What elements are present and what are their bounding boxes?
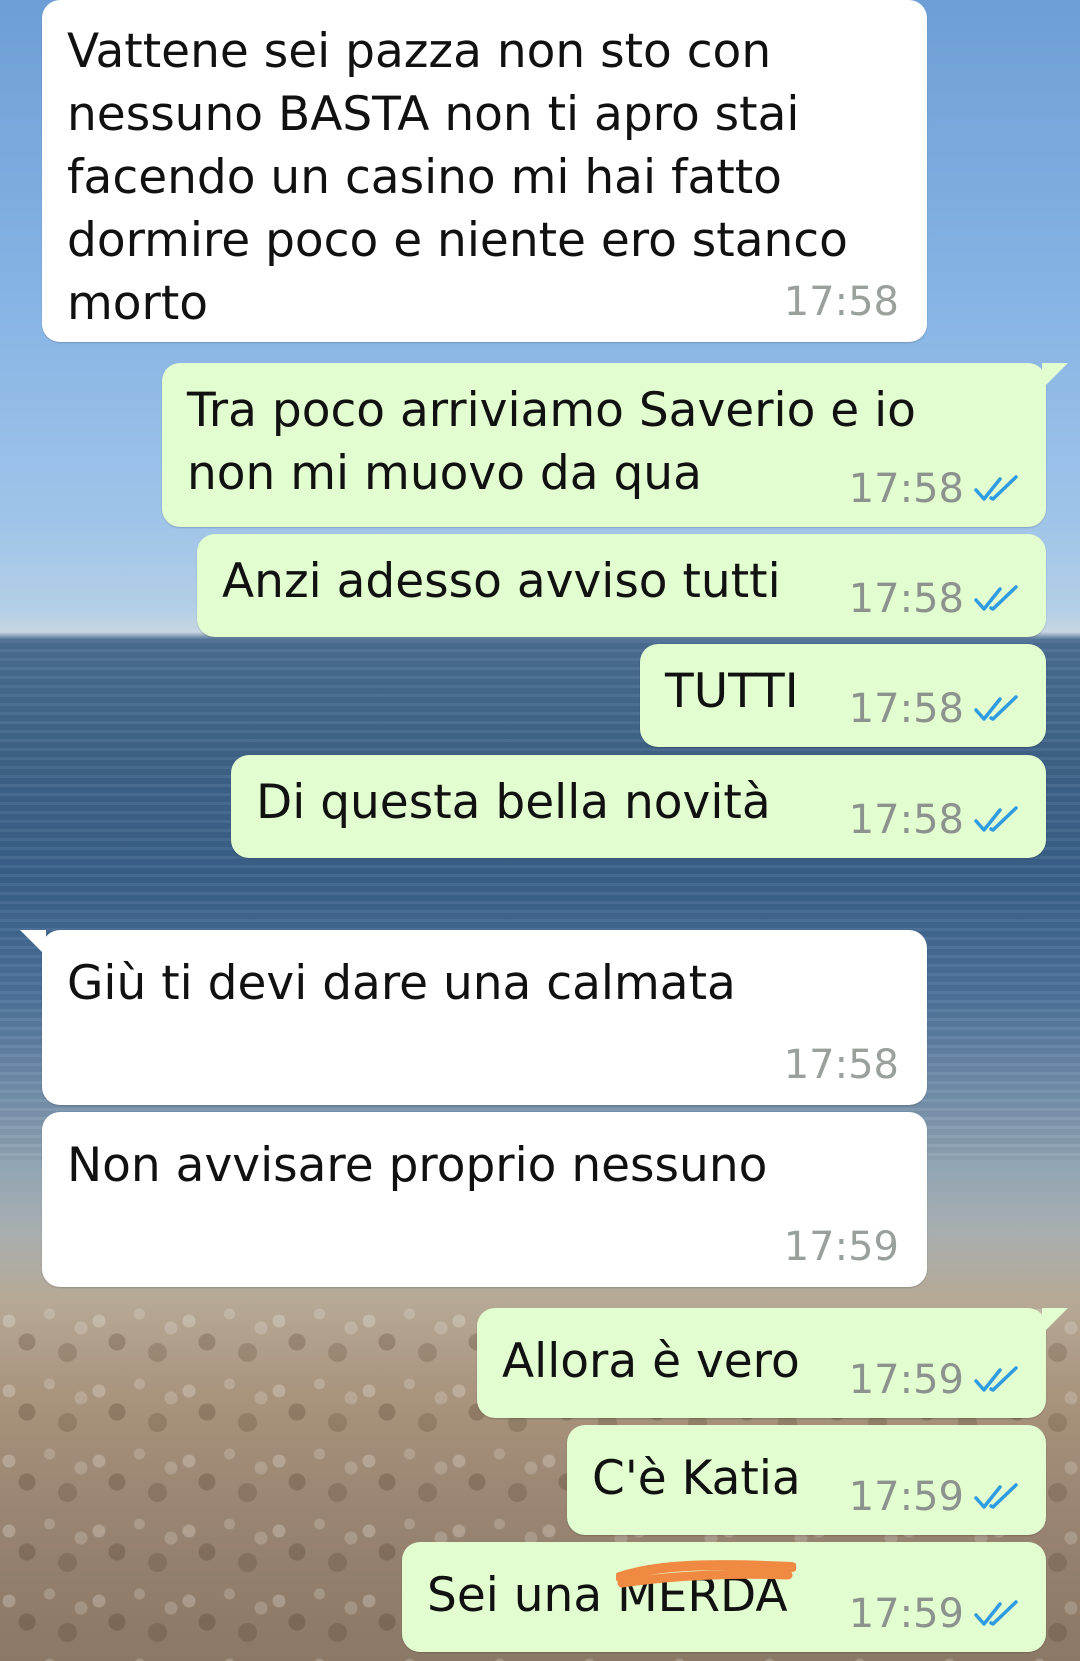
message-text: Di questa bella novità [256, 775, 771, 830]
double-check-icon [974, 1482, 1020, 1512]
message-time: 17:59 [783, 1224, 899, 1270]
message-time: 17:59 [848, 1357, 964, 1403]
message-time: 17:59 [848, 1591, 964, 1637]
message-text: Allora è vero [502, 1334, 800, 1389]
message-list[interactable]: Vattene sei pazza non sto con nessuno BA… [0, 0, 1080, 1661]
bubble-tail [20, 930, 46, 956]
redaction-scribble [616, 1560, 796, 1588]
double-check-icon [974, 805, 1020, 835]
message-text: Vattene sei pazza non sto con nessuno BA… [67, 24, 848, 331]
double-check-icon [974, 474, 1020, 504]
message-text: Tra poco arriviamo Saverio e io non mi m… [187, 383, 916, 501]
outgoing-message[interactable]: TUTTI 17:58 [640, 644, 1046, 747]
bubble-tail [1042, 363, 1068, 389]
message-text: C'è Katia [592, 1451, 801, 1506]
message-text: Anzi adesso avviso tutti [222, 554, 781, 609]
message-time: 17:58 [783, 1042, 899, 1088]
message-time: 17:58 [848, 686, 964, 732]
double-check-icon [974, 1365, 1020, 1395]
incoming-message[interactable]: Non avvisare proprio nessuno 17:59 [42, 1112, 927, 1287]
double-check-icon [974, 694, 1020, 724]
outgoing-message[interactable]: Di questa bella novità 17:58 [231, 755, 1046, 858]
double-check-icon [974, 1599, 1020, 1629]
outgoing-message[interactable]: Allora è vero 17:59 [477, 1308, 1068, 1418]
message-time: 17:58 [848, 797, 964, 843]
message-time: 17:58 [783, 279, 899, 325]
message-time: 17:58 [848, 576, 964, 622]
outgoing-message[interactable]: C'è Katia 17:59 [567, 1425, 1046, 1535]
bubble-tail [1042, 1308, 1068, 1334]
outgoing-message[interactable]: Tra poco arriviamo Saverio e io non mi m… [162, 363, 1068, 527]
message-text: TUTTI [665, 664, 799, 719]
outgoing-message[interactable]: Anzi adesso avviso tutti 17:58 [197, 534, 1046, 637]
message-time: 17:59 [848, 1474, 964, 1520]
message-text: Giù ti devi dare una calmata [67, 956, 736, 1011]
incoming-message[interactable]: Vattene sei pazza non sto con nessuno BA… [42, 0, 927, 342]
message-time: 17:58 [848, 466, 964, 512]
incoming-message[interactable]: Giù ti devi dare una calmata 17:58 [20, 930, 927, 1105]
message-text: Non avvisare proprio nessuno [67, 1138, 768, 1193]
double-check-icon [974, 584, 1020, 614]
